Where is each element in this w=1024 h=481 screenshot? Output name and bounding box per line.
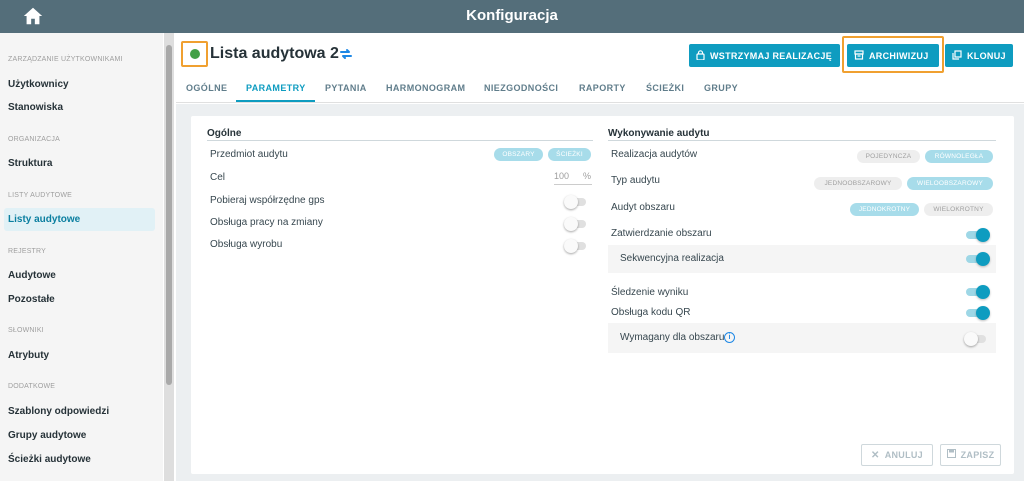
sidebar-item-audit-paths[interactable]: Ścieżki audytowe <box>8 454 91 465</box>
sidebar-item-answer-templates[interactable]: Szablony odpowiedzi <box>8 406 109 417</box>
sidebar-section-audit-lists: LISTY AUDYTOWE <box>8 192 73 199</box>
cancel-button[interactable]: ✕ ANULUJ <box>861 444 933 466</box>
sequential-label: Sekwencyjna realizacja <box>620 253 724 264</box>
sidebar-section-users: ZARZĄDZANIE UŻYTKOWNIKAMI <box>8 56 123 63</box>
required-toggle[interactable] <box>964 332 988 346</box>
general-section-divider <box>207 140 593 141</box>
subject-option-paths[interactable]: ŚCIEŻKI <box>548 148 591 161</box>
info-icon[interactable]: i <box>724 332 735 343</box>
audit-type-option-single-area[interactable]: JEDNOOBSZAROWY <box>814 177 902 190</box>
tab-schedule[interactable]: HARMONOGRAM <box>386 83 465 93</box>
copy-icon <box>952 49 962 62</box>
required-label: Wymagany dla obszaru <box>620 332 725 343</box>
sidebar-item-attributes[interactable]: Atrybuty <box>8 350 49 361</box>
goal-input[interactable]: 100 <box>554 171 569 181</box>
approval-label: Zatwierdzanie obszaru <box>611 228 712 239</box>
goal-input-underline <box>554 184 592 185</box>
sidebar-item-audit-groups[interactable]: Grupy audytowe <box>8 430 86 441</box>
tab-groups[interactable]: GRUPY <box>704 83 738 93</box>
lock-icon <box>696 49 705 62</box>
suspend-realization-button[interactable]: WSTRZYMAJ REALIZACJĘ <box>689 44 840 67</box>
subject-option-areas[interactable]: OBSZARY <box>494 148 543 161</box>
qr-toggle[interactable] <box>966 306 990 320</box>
shifts-toggle[interactable] <box>564 217 588 231</box>
tab-parameters[interactable]: PARAMETRY <box>246 83 306 93</box>
tracking-toggle[interactable] <box>966 285 990 299</box>
clone-button[interactable]: KLONUJ <box>945 44 1013 67</box>
top-bar: Konfiguracja <box>0 0 1024 33</box>
cancel-label: ANULUJ <box>884 450 923 460</box>
qr-label: Obsługa kodu QR <box>611 307 691 318</box>
product-toggle[interactable] <box>564 239 588 253</box>
sidebar-item-audit-registers[interactable]: Audytowe <box>8 270 56 281</box>
sidebar-item-users[interactable]: Użytkownicy <box>8 79 69 90</box>
sidebar-section-registers: REJESTRY <box>8 248 47 255</box>
clone-label: KLONUJ <box>967 50 1006 61</box>
audit-type-label: Typ audytu <box>611 175 660 186</box>
sidebar-item-positions[interactable]: Stanowiska <box>8 102 63 113</box>
status-indicator <box>181 41 208 67</box>
swap-icon[interactable] <box>339 47 353 61</box>
execution-section-title: Wykonywanie audytu <box>608 128 710 139</box>
area-audit-option-multiple[interactable]: WIELOKROTNY <box>924 203 993 216</box>
tab-nonconformities[interactable]: NIEZGODNOŚCI <box>484 83 558 93</box>
close-icon: ✕ <box>871 449 880 461</box>
area-audit-option-once[interactable]: JEDNOKROTNY <box>850 203 919 216</box>
parameters-panel <box>191 116 1014 474</box>
archive-highlight <box>842 36 944 73</box>
approval-toggle[interactable] <box>966 228 990 242</box>
list-title: Lista audytowa 2 <box>210 45 339 62</box>
sidebar-scrollbar-thumb[interactable] <box>166 45 172 385</box>
area-audit-label: Audyt obszaru <box>611 202 675 213</box>
gps-label: Pobieraj współrzędne gps <box>210 195 325 206</box>
realization-option-single[interactable]: POJEDYNCZA <box>857 150 920 163</box>
product-label: Obsługa wyrobu <box>210 239 283 250</box>
page-title: Konfiguracja <box>466 7 558 24</box>
sidebar-item-other-registers[interactable]: Pozostałe <box>8 294 55 305</box>
sidebar-section-additional: DODATKOWE <box>8 383 56 390</box>
shifts-label: Obsługa pracy na zmiany <box>210 217 323 228</box>
subject-label: Przedmiot audytu <box>210 149 288 160</box>
goal-unit: % <box>583 171 592 181</box>
realization-option-parallel[interactable]: RÓWNOLEGŁA <box>925 150 993 163</box>
tab-paths[interactable]: ŚCIEŻKI <box>646 83 684 93</box>
status-dot-icon <box>190 49 200 59</box>
tab-reports[interactable]: RAPORTY <box>579 83 626 93</box>
suspend-realization-label: WSTRZYMAJ REALIZACJĘ <box>710 50 833 61</box>
sidebar-item-structure[interactable]: Struktura <box>8 158 52 169</box>
audit-type-option-multi-area[interactable]: WIELOOBSZAROWY <box>907 177 993 190</box>
realization-label: Realizacja audytów <box>611 149 698 160</box>
tab-questions[interactable]: PYTANIA <box>325 83 367 93</box>
save-button[interactable]: ZAPISZ <box>940 444 1001 466</box>
tracking-label: Śledzenie wyniku <box>611 287 689 298</box>
save-label: ZAPISZ <box>960 450 995 460</box>
gps-toggle[interactable] <box>564 195 588 209</box>
general-section-title: Ogólne <box>207 128 242 139</box>
tab-general[interactable]: OGÓLNE <box>186 83 227 93</box>
sequential-toggle[interactable] <box>966 252 990 266</box>
goal-label: Cel <box>210 172 226 183</box>
sidebar-section-organization: ORGANIZACJA <box>8 136 60 143</box>
sidebar-section-dictionaries: SŁOWNIKI <box>8 327 44 334</box>
sidebar-item-audit-lists[interactable]: Listy audytowe <box>4 208 155 231</box>
execution-section-divider <box>608 140 996 141</box>
save-icon <box>946 449 956 461</box>
active-tab-underline <box>236 100 315 102</box>
